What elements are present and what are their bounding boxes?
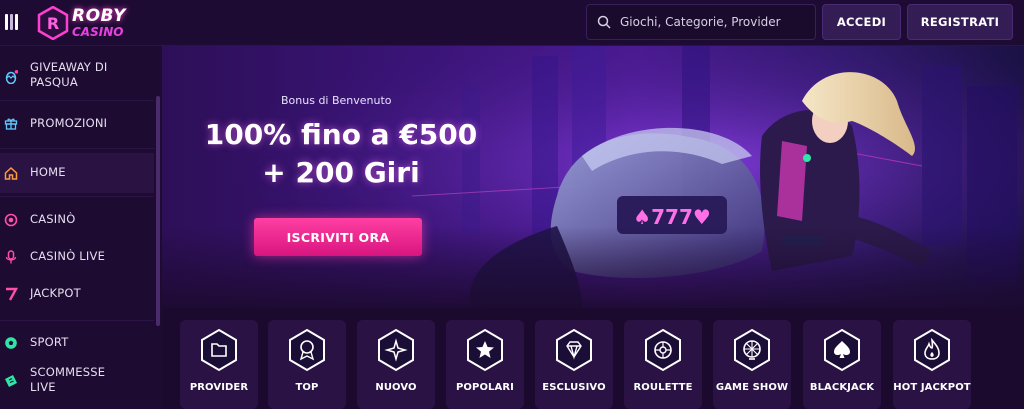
home-icon	[4, 166, 18, 180]
category-esclusivo[interactable]: ESCLUSIVO	[535, 320, 613, 409]
category-game-show[interactable]: GAME SHOW	[713, 320, 791, 409]
gift-icon	[4, 118, 18, 130]
login-button[interactable]: ACCEDI	[822, 4, 901, 40]
seven-icon	[6, 287, 18, 301]
category-label: GAME SHOW	[715, 382, 789, 393]
sidebar-nav: GIVEAWAY DI PASQUA PROMOZIONI HOME CASINÒ	[0, 46, 162, 409]
category-label: POPOLARI	[456, 382, 514, 393]
easter-egg-icon	[5, 70, 18, 84]
logo-line-1: ROBY	[72, 6, 126, 26]
divider	[0, 196, 154, 197]
category-top[interactable]: TOP	[268, 320, 346, 409]
category-label: HOT JACKPOT	[893, 382, 971, 393]
logo-text: ROBY CASINO	[72, 6, 126, 39]
bonus-title-line-1: 100% fino a €500	[204, 118, 478, 151]
flame-icon	[914, 328, 950, 372]
search-box[interactable]	[586, 4, 816, 40]
sidebar-item-label: GIVEAWAY DI PASQUA	[30, 60, 108, 89]
sidebar-item-promozioni[interactable]: PROMOZIONI	[0, 104, 154, 142]
category-label: ROULETTE	[633, 382, 693, 393]
category-label: ESCLUSIVO	[542, 382, 606, 393]
sidebar-item-label: PROMOZIONI	[30, 116, 108, 130]
search-icon	[597, 15, 611, 29]
sidebar-item-jackpot[interactable]: JACKPOT	[0, 279, 154, 309]
sidebar-item-casino-live[interactable]: CASINÒ LIVE	[0, 242, 154, 272]
divider	[0, 320, 154, 321]
diamond-icon	[556, 328, 592, 372]
sidebar-item-sport[interactable]: SPORT	[0, 328, 154, 358]
wheel-icon	[734, 328, 770, 372]
sidebar-item-label: CASINÒ LIVE	[30, 249, 106, 263]
signup-cta-button[interactable]: ISCRIVITI ORA	[254, 218, 422, 256]
category-roulette[interactable]: ROULETTE	[624, 320, 702, 409]
sidebar-item-label: JACKPOT	[30, 286, 81, 300]
search-input[interactable]	[620, 15, 810, 29]
sidebar-item-label: HOME	[30, 165, 66, 179]
sidebar-scrollbar[interactable]	[156, 96, 160, 326]
live-ticket-icon	[5, 375, 17, 387]
category-hot-jackpot[interactable]: HOT JACKPOT	[893, 320, 971, 409]
svg-text:R: R	[47, 14, 59, 33]
bonus-subtitle: Bonus di Benvenuto	[281, 94, 392, 107]
spade-icon	[824, 328, 860, 372]
category-nuovo[interactable]: NUOVO	[357, 320, 435, 409]
logo-line-2: CASINO	[72, 25, 124, 39]
category-label: BLACKJACK	[809, 382, 875, 393]
top-header: R ROBY CASINO ACCEDI REGISTRATI	[0, 0, 1024, 46]
sidebar-item-label: SPORT	[30, 335, 69, 349]
sidebar-item-home[interactable]: HOME	[0, 153, 154, 193]
roby-casino-logo[interactable]: R ROBY CASINO	[36, 6, 146, 40]
register-button[interactable]: REGISTRATI	[907, 4, 1013, 40]
sidebar-toggle-icon[interactable]	[5, 14, 21, 30]
category-provider[interactable]: PROVIDER	[180, 320, 258, 409]
live-microphone-icon	[5, 250, 17, 264]
category-blackjack[interactable]: BLACKJACK	[803, 320, 881, 409]
bonus-title-line-2: + 200 Giri	[262, 156, 420, 189]
category-label: TOP	[295, 382, 319, 393]
sidebar-item-scommesse-live[interactable]: SCOMMESSE LIVE	[0, 364, 154, 398]
category-popolari[interactable]: POPOLARI	[446, 320, 524, 409]
folder-icon	[201, 328, 237, 372]
sidebar-item-label: CASINÒ	[30, 212, 76, 226]
category-label: NUOVO	[375, 382, 417, 393]
sparkles-icon	[378, 328, 414, 372]
soccer-ball-icon	[5, 337, 17, 349]
bonus-title: 100% fino a €500 + 200 Giri	[202, 116, 480, 192]
logo-badge-icon: R	[37, 6, 69, 40]
roulette-icon	[645, 328, 681, 372]
sidebar-item-label: SCOMMESSE LIVE	[30, 365, 106, 394]
sidebar-item-casino[interactable]: CASINÒ	[0, 204, 154, 236]
star-icon	[467, 328, 503, 372]
divider	[0, 148, 154, 149]
award-badge-icon	[289, 328, 325, 372]
divider	[0, 100, 154, 101]
welcome-bonus-banner[interactable]: ♠777♥ Bonus di Benvenuto 100% fino a €50…	[162, 46, 1024, 308]
category-label: PROVIDER	[189, 382, 249, 393]
sidebar-item-giveaway[interactable]: GIVEAWAY DI PASQUA	[0, 56, 154, 98]
casino-chip-icon	[4, 213, 18, 227]
